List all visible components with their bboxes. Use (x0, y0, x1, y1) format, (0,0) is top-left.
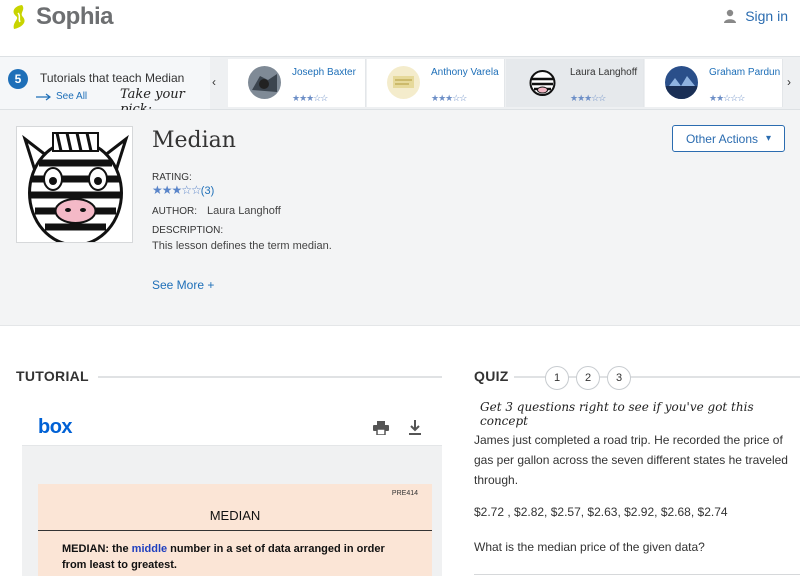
tutorials-strip: 5 Tutorials that teach Median See All Ta… (0, 56, 800, 117)
median-definition: MEDIAN: the middle number in a set of da… (62, 541, 392, 573)
box-logo: box (38, 416, 73, 438)
other-actions-label: Other Actions (685, 131, 758, 146)
avatar (248, 66, 281, 99)
author-label: AUTHOR: (152, 206, 197, 217)
see-more-link[interactable]: See More + (152, 278, 214, 292)
tutorial-author-name: Laura Langhoff (570, 67, 638, 78)
definition-prefix: MEDIAN: the (62, 543, 132, 555)
tutorial-author-name: Graham Pardun (709, 67, 781, 78)
tutorials-intro: 5 Tutorials that teach Median See All Ta… (0, 57, 210, 117)
rating-stars: ★★★☆☆ (570, 93, 606, 103)
document-title: MEDIAN (209, 508, 261, 523)
quiz-question-text: James just completed a road trip. He rec… (474, 433, 788, 487)
sign-in-link[interactable]: Sign in (723, 8, 788, 24)
tutorial-card-anthony-varela[interactable]: Anthony Varela ★★★☆☆ (367, 59, 505, 107)
author-name: Laura Langhoff (207, 205, 281, 217)
quiz-question-2-button[interactable]: 2 (576, 366, 600, 390)
quiz-tagline: Get 3 questions right to see if you've g… (480, 400, 754, 428)
divider (98, 376, 442, 378)
arrow-right-icon (36, 93, 51, 100)
lesson-description: This lesson defines the term median. (152, 240, 332, 252)
user-icon (724, 9, 737, 23)
quiz-price-list: $2.72 , $2.82, $2.57, $2.63, $2.92, $2.6… (474, 505, 728, 519)
quiz-question-3-button[interactable]: 3 (607, 366, 631, 390)
rating-stars: ★★★☆☆ (292, 93, 328, 103)
chevron-down-icon: ▾ (766, 133, 772, 144)
sophia-logo[interactable]: Sophia (8, 3, 114, 31)
tutorial-card-laura-langhoff[interactable]: Laura Langhoff ★★★☆☆ (506, 59, 644, 107)
avatar (526, 66, 559, 99)
avatar (665, 66, 698, 99)
quiz-question-1-button[interactable]: 1 (545, 366, 569, 390)
sign-in-label: Sign in (745, 8, 788, 24)
document-page: PRE414 MEDIAN MEDIAN: the middle number … (38, 484, 432, 576)
download-icon[interactable] (408, 420, 422, 436)
rating-stars: ★★☆☆☆ (709, 93, 745, 103)
divider (38, 530, 432, 531)
tutorial-author-name: Anthony Varela (431, 67, 499, 78)
other-actions-button[interactable]: Other Actions ▾ (672, 125, 785, 152)
rating-count: (3) (200, 185, 215, 197)
rating-stars: ★★★☆☆ (152, 183, 202, 197)
print-icon[interactable] (373, 421, 389, 435)
site-header: Sophia Sign in (0, 0, 800, 56)
tutorial-heading: TUTORIAL (16, 368, 89, 384)
quiz-prompt: What is the median price of the given da… (474, 540, 705, 554)
lesson-title: Median (152, 128, 236, 153)
chevron-right-icon[interactable]: › (787, 75, 791, 89)
quiz-heading: QUIZ (474, 368, 509, 384)
zebra-illustration-icon (22, 132, 129, 242)
chevron-left-icon[interactable]: ‹ (212, 75, 216, 89)
document-code: PRE414 (391, 490, 418, 497)
tutorial-card-joseph-baxter[interactable]: Joseph Baxter ★★★☆☆ (228, 59, 366, 107)
sophia-logo-icon (13, 5, 25, 29)
rating-display[interactable]: ★★★☆☆(3) (152, 183, 214, 197)
description-label: DESCRIPTION: (152, 225, 224, 236)
rating-stars: ★★★☆☆ (431, 93, 467, 103)
lesson-info-panel: Median Other Actions ▾ RATING: ★★★☆☆(3) … (0, 110, 800, 326)
box-document-viewer[interactable]: box PRE414 MEDIAN MEDIAN: the middle num… (22, 408, 442, 576)
brand-name: Sophia (36, 3, 114, 30)
see-all-label: See All (56, 91, 88, 102)
tutorial-count-badge: 5 (8, 69, 28, 89)
avatar (387, 66, 420, 99)
definition-highlight: middle (131, 543, 168, 555)
viewer-toolbar: box (22, 408, 442, 446)
see-all-link[interactable]: See All (36, 91, 87, 102)
rating-label: RATING: (152, 172, 192, 183)
lesson-thumbnail (16, 126, 133, 243)
divider (474, 574, 800, 575)
tutorial-card-graham-pardun[interactable]: Graham Pardun ★★☆☆☆ (645, 59, 783, 107)
tutorial-author-name: Joseph Baxter (292, 67, 356, 78)
tutorials-title: Tutorials that teach Median (40, 71, 185, 85)
